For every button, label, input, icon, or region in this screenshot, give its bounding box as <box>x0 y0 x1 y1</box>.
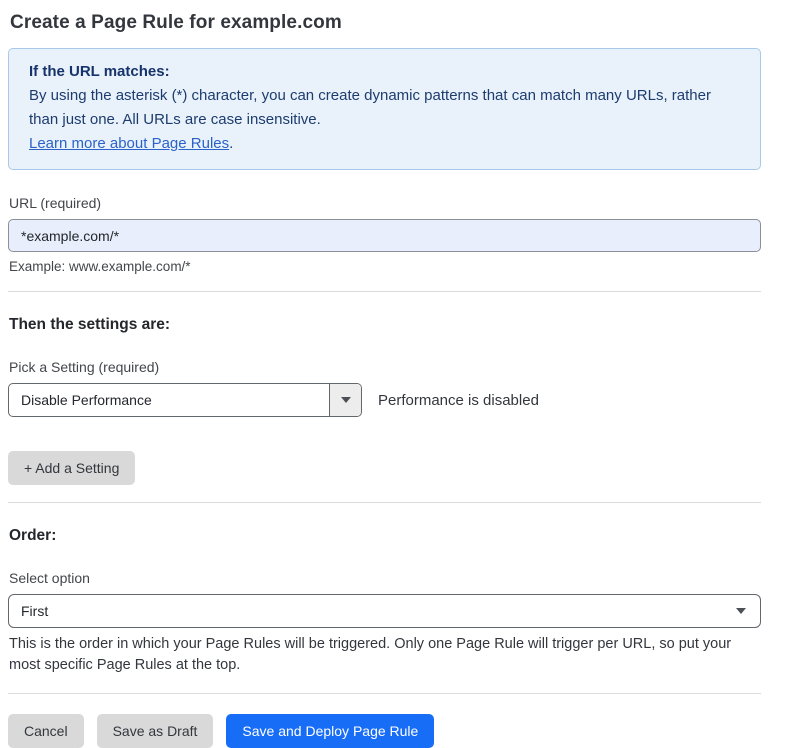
link-suffix: . <box>229 135 233 152</box>
settings-section-heading: Then the settings are: <box>9 316 761 334</box>
setting-status-text: Performance is disabled <box>378 392 539 409</box>
divider <box>8 291 761 292</box>
page-title: Create a Page Rule for example.com <box>10 12 761 34</box>
url-input[interactable] <box>8 219 761 252</box>
info-box-link-line: Learn more about Page Rules. <box>29 132 740 156</box>
setting-picker-value: Disable Performance <box>9 384 329 416</box>
chevron-down-icon <box>736 608 746 614</box>
setting-row: Disable Performance Performance is disab… <box>8 383 761 417</box>
divider <box>8 502 761 503</box>
setting-picker-arrow-button[interactable] <box>329 384 361 416</box>
info-box-body: By using the asterisk (*) character, you… <box>29 84 740 132</box>
order-select-value: First <box>21 603 48 619</box>
add-setting-button[interactable]: + Add a Setting <box>8 451 135 485</box>
order-section-heading: Order: <box>9 527 761 545</box>
chevron-down-icon <box>341 397 351 403</box>
save-as-draft-button[interactable]: Save as Draft <box>97 714 214 748</box>
learn-more-link[interactable]: Learn more about Page Rules <box>29 135 229 152</box>
save-and-deploy-button[interactable]: Save and Deploy Page Rule <box>226 714 434 748</box>
url-field-label: URL (required) <box>9 195 761 211</box>
order-select-label: Select option <box>9 570 761 586</box>
divider <box>8 693 761 694</box>
info-box-heading: If the URL matches: <box>29 60 740 84</box>
setting-picker-label: Pick a Setting (required) <box>9 359 761 375</box>
cancel-button[interactable]: Cancel <box>8 714 84 748</box>
setting-picker-dropdown[interactable]: Disable Performance <box>8 383 362 417</box>
create-page-rule-panel: Create a Page Rule for example.com If th… <box>0 0 790 714</box>
url-match-info-box: If the URL matches: By using the asteris… <box>8 48 761 170</box>
url-field-hint: Example: www.example.com/* <box>9 259 761 274</box>
order-select[interactable]: First <box>8 594 761 628</box>
footer-actions: Cancel Save as Draft Save and Deploy Pag… <box>8 714 761 748</box>
order-help-text: This is the order in which your Page Rul… <box>9 634 754 676</box>
